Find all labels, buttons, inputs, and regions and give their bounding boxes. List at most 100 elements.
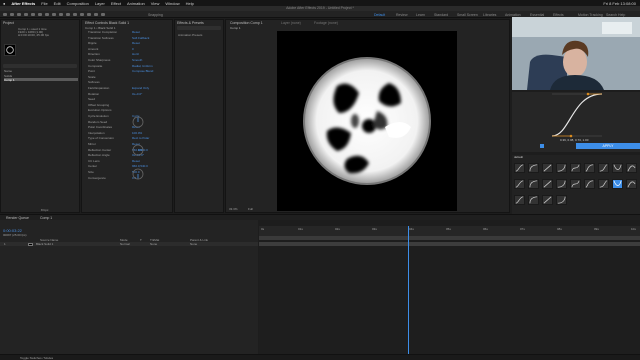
workspace-motion-tracking[interactable]: Motion Tracking — [578, 13, 603, 17]
effect-prop-name[interactable]: Interpolation — [88, 131, 105, 135]
effect-prop-value[interactable]: 100.0% — [132, 131, 142, 135]
col-source-name[interactable]: Source Name — [40, 238, 58, 242]
effect-prop-name[interactable]: Composite — [88, 64, 102, 68]
menu-window[interactable]: Window — [165, 1, 179, 6]
project-item-solids[interactable]: Solids — [4, 74, 78, 78]
effect-prop-name[interactable]: Offset Grouping — [88, 103, 109, 107]
effect-prop-name[interactable]: Seed — [88, 97, 95, 101]
effect-prop-name[interactable]: Softness — [88, 80, 100, 84]
workspace-animation[interactable]: Animation — [505, 13, 521, 17]
layer-name[interactable]: Black Solid 1 — [36, 242, 53, 246]
puppet-tool-icon[interactable] — [101, 13, 105, 16]
project-search-input[interactable] — [3, 64, 77, 68]
effect-prop-value[interactable]: 0 — [132, 47, 134, 51]
apple-icon[interactable]: ● — [3, 1, 5, 6]
curve-preset-swatch[interactable] — [514, 179, 525, 189]
layer-tab[interactable]: Layer (none) — [281, 21, 301, 25]
curve-preset-swatch[interactable] — [528, 163, 539, 173]
workspace-effects[interactable]: Effects — [553, 13, 564, 17]
effect-prop-name[interactable]: Ripple — [88, 41, 97, 45]
effect-prop-name[interactable]: Polar Coordinates — [88, 125, 112, 129]
effect-prop-value[interactable]: Radial, Uniform — [132, 64, 153, 68]
toggle-switches-modes[interactable]: Toggle Switches / Modes — [20, 356, 53, 360]
flow-prev-icon[interactable] — [540, 144, 544, 148]
camera-tool-icon[interactable] — [38, 13, 42, 16]
curve-preset-swatch[interactable] — [542, 179, 553, 189]
work-area-bar[interactable] — [259, 236, 640, 240]
effect-prop-value[interactable]: Reset — [132, 41, 140, 45]
time-ruler[interactable]: 0s 01s 02s 03s 04s 05s 06s 07s 08s 09s 10s — [259, 226, 640, 236]
curve-preset-swatch[interactable] — [584, 163, 595, 173]
selection-tool-icon[interactable] — [10, 13, 14, 16]
workspace-default[interactable]: Default — [374, 13, 385, 17]
menu-layer[interactable]: Layer — [95, 1, 105, 6]
curve-preset-swatch[interactable] — [556, 195, 567, 205]
presets-tab[interactable]: default — [514, 155, 523, 159]
effect-prop-name[interactable]: Reflection Angle — [88, 153, 110, 157]
effect-prop-name[interactable]: Direction — [88, 52, 100, 56]
curve-preset-swatch[interactable] — [528, 179, 539, 189]
effect-prop-value[interactable]: Rect to Polar — [132, 136, 149, 140]
curve-preset-swatch[interactable] — [626, 163, 637, 173]
workspace-review[interactable]: Review — [396, 13, 407, 17]
project-item-comp[interactable]: Comp 1 — [4, 78, 78, 82]
curve-preset-swatch[interactable] — [570, 179, 581, 189]
effects-presets-tab[interactable]: Effects & Presets — [177, 21, 204, 25]
curve-preset-swatch[interactable] — [570, 163, 581, 173]
effect-prop-name[interactable]: Random Seed — [88, 120, 107, 124]
effect-prop-name[interactable]: Evolution Options — [88, 108, 112, 112]
effect-prop-value[interactable]: Compose Blend — [132, 69, 153, 73]
composition-canvas[interactable] — [277, 31, 457, 211]
curve-preset-swatch[interactable] — [556, 163, 567, 173]
effect-prop-value[interactable]: Smooth — [132, 58, 142, 62]
brush-tool-icon[interactable] — [73, 13, 77, 16]
layer-trkmat[interactable]: None — [150, 242, 157, 246]
playhead[interactable] — [407, 226, 409, 354]
effect-prop-name[interactable]: Mirror — [88, 142, 96, 146]
col-t[interactable]: T — [140, 238, 142, 242]
menu-help[interactable]: Help — [186, 1, 194, 6]
clone-tool-icon[interactable] — [80, 13, 84, 16]
curve-preset-swatch[interactable] — [584, 179, 595, 189]
eraser-tool-icon[interactable] — [87, 13, 91, 16]
workspace-standard[interactable]: Standard — [434, 13, 448, 17]
timeline-layer-row[interactable]: 1 Black Solid 1 Normal None None — [0, 242, 258, 246]
curve-preset-swatch[interactable] — [598, 179, 609, 189]
effect-prop-name[interactable]: Convergence — [88, 176, 106, 180]
effect-prop-name[interactable]: Type of Conversion — [88, 136, 114, 140]
effect-prop-value[interactable]: Soft Fallback — [132, 36, 149, 40]
menu-effect[interactable]: Effect — [111, 1, 121, 6]
effect-prop-value[interactable]: 0x+0.0° — [132, 92, 142, 96]
hand-tool-icon[interactable] — [17, 13, 21, 16]
effect-prop-name[interactable]: Rotation — [88, 92, 99, 96]
rotate-tool-icon[interactable] — [31, 13, 35, 16]
search-help-field[interactable]: Search Help — [606, 13, 625, 17]
animation-presets-item[interactable]: Animation Presets — [178, 33, 202, 37]
layer-mode[interactable]: Normal — [120, 242, 130, 246]
app-menu[interactable]: After Effects — [11, 1, 35, 6]
effect-prop-name[interactable]: Transition Softness — [88, 36, 114, 40]
effect-prop-value[interactable]: Reset — [132, 159, 140, 163]
effect-prop-value[interactable]: Reset — [132, 30, 140, 34]
menu-file[interactable]: File — [41, 1, 47, 6]
layer-parent[interactable]: None — [190, 242, 197, 246]
menu-edit[interactable]: Edit — [54, 1, 61, 6]
workspace-small-screen[interactable]: Small Screen — [457, 13, 478, 17]
mask-tool-icon[interactable] — [52, 13, 56, 16]
pen-tool-icon[interactable] — [59, 13, 63, 16]
project-name-header[interactable]: Name — [4, 69, 12, 73]
zoom-dropdown[interactable]: 33.3% — [229, 207, 238, 211]
effect-prop-name[interactable]: Point — [88, 69, 95, 73]
effect-prop-value[interactable]: 960.0,540.0 — [132, 164, 148, 168]
col-trkmat[interactable]: TrkMat — [150, 238, 159, 242]
effect-prop-name[interactable]: Center — [88, 164, 97, 168]
home-tool-icon[interactable] — [3, 13, 7, 16]
project-tab[interactable]: Project — [3, 21, 14, 25]
workspace-libraries[interactable]: Libraries — [483, 13, 496, 17]
composition-tab[interactable]: Composition Comp 1 — [230, 21, 263, 25]
comp-breadcrumb[interactable]: Comp 1 — [230, 26, 241, 30]
effect-prop-name[interactable]: Cycle Evolution — [88, 114, 109, 118]
effect-prop-value[interactable]: Horiz — [132, 52, 139, 56]
angle-dial-icon[interactable] — [132, 116, 144, 128]
workspace-learn[interactable]: Learn — [416, 13, 425, 17]
